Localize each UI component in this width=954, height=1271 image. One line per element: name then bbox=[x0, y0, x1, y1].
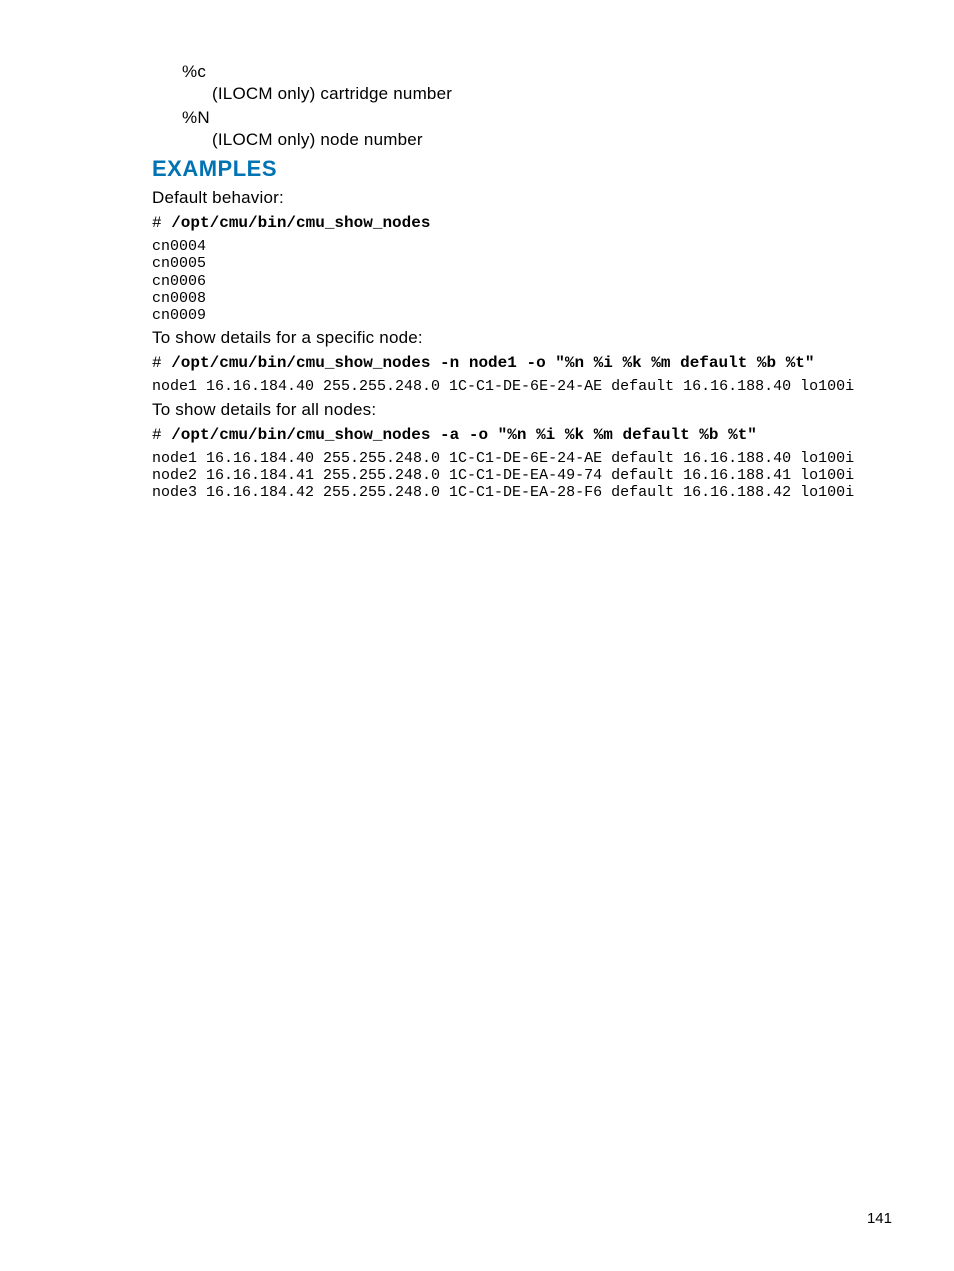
command-text: /opt/cmu/bin/cmu_show_nodes -n node1 -o … bbox=[171, 354, 814, 372]
definition-desc: (ILOCM only) node number bbox=[212, 130, 894, 150]
example-intro: To show details for a specific node: bbox=[152, 328, 894, 348]
definition-list: %c (ILOCM only) cartridge number %N (ILO… bbox=[152, 62, 894, 150]
definition-desc: (ILOCM only) cartridge number bbox=[212, 84, 894, 104]
command-line: # /opt/cmu/bin/cmu_show_nodes -n node1 -… bbox=[152, 354, 894, 372]
page-content: %c (ILOCM only) cartridge number %N (ILO… bbox=[0, 0, 954, 501]
command-output: node1 16.16.184.40 255.255.248.0 1C-C1-D… bbox=[152, 450, 894, 502]
prompt-hash: # bbox=[152, 214, 171, 232]
command-line: # /opt/cmu/bin/cmu_show_nodes bbox=[152, 214, 894, 232]
definition-term: %N bbox=[182, 108, 894, 128]
example-intro: To show details for all nodes: bbox=[152, 400, 894, 420]
command-output: node1 16.16.184.40 255.255.248.0 1C-C1-D… bbox=[152, 378, 894, 395]
prompt-hash: # bbox=[152, 426, 171, 444]
command-output: cn0004 cn0005 cn0006 cn0008 cn0009 bbox=[152, 238, 894, 324]
command-line: # /opt/cmu/bin/cmu_show_nodes -a -o "%n … bbox=[152, 426, 894, 444]
example-intro: Default behavior: bbox=[152, 188, 894, 208]
prompt-hash: # bbox=[152, 354, 171, 372]
command-text: /opt/cmu/bin/cmu_show_nodes -a -o "%n %i… bbox=[171, 426, 757, 444]
page-number: 141 bbox=[867, 1210, 892, 1227]
definition-term: %c bbox=[182, 62, 894, 82]
command-text: /opt/cmu/bin/cmu_show_nodes bbox=[171, 214, 430, 232]
section-heading-examples: EXAMPLES bbox=[152, 156, 894, 182]
